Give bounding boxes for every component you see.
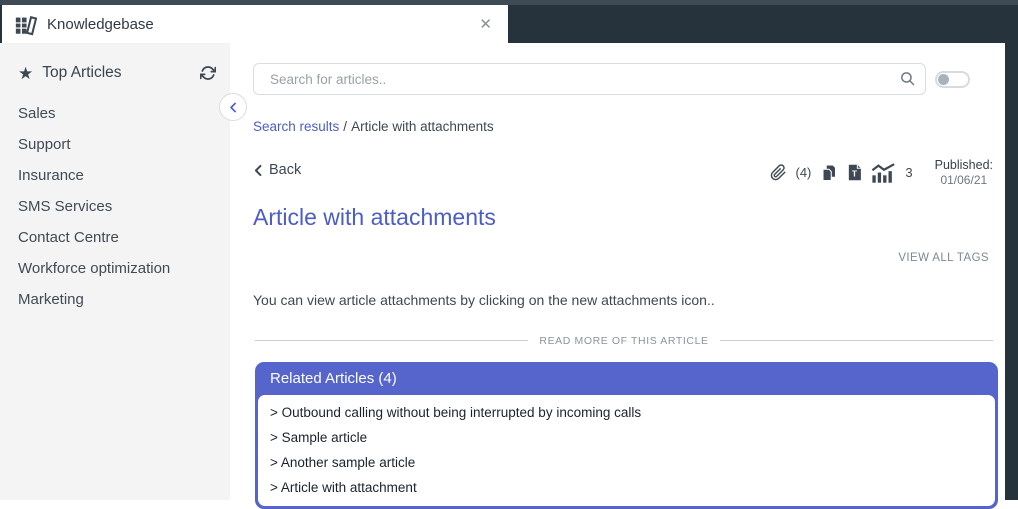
toggle-switch[interactable]: [935, 71, 970, 88]
related-articles-header: Related Articles (4): [258, 362, 995, 395]
related-article-link[interactable]: > Outbound calling without being interru…: [258, 400, 995, 425]
chevron-left-icon: [227, 101, 240, 114]
read-more-divider[interactable]: READ MORE OF THIS ARTICLE: [255, 335, 993, 347]
close-icon[interactable]: ✕: [479, 17, 492, 32]
article-body: You can view article attachments by clic…: [253, 292, 1005, 308]
tab-bar-background: [508, 0, 1018, 43]
published-date: 01/06/21: [935, 173, 993, 189]
sidebar-item-sales[interactable]: Sales: [18, 106, 216, 122]
sidebar-item-insurance[interactable]: Insurance: [18, 168, 216, 184]
breadcrumb-current: Article with attachments: [351, 119, 494, 134]
search-icon[interactable]: [899, 70, 916, 92]
refresh-icon[interactable]: [200, 65, 216, 81]
view-all-tags-link[interactable]: VIEW ALL TAGS: [898, 252, 989, 264]
knowledgebase-tab[interactable]: Knowledgebase ✕: [2, 5, 508, 43]
main-content: Search results/Article with attachments …: [230, 43, 1005, 500]
read-more-label: READ MORE OF THIS ARTICLE: [539, 335, 708, 347]
chevron-left-icon: [253, 164, 264, 177]
related-article-link[interactable]: > Article with attachment: [258, 475, 995, 500]
sidebar-item-marketing[interactable]: Marketing: [18, 292, 216, 308]
sidebar-item-support[interactable]: Support: [18, 137, 216, 153]
back-label: Back: [269, 162, 301, 178]
sidebar: ★ Top Articles Sales Support Insurance S…: [0, 43, 230, 500]
stats-count: 3: [905, 165, 912, 180]
svg-text:T: T: [852, 169, 858, 179]
toggle-knob: [938, 74, 949, 85]
tags-row: VIEW ALL TAGS: [230, 248, 989, 266]
related-article-link[interactable]: > Sample article: [258, 425, 995, 450]
published-block: Published: 01/06/21: [935, 157, 993, 189]
sidebar-item-sms-services[interactable]: SMS Services: [18, 199, 216, 215]
sidebar-category-list: Sales Support Insurance SMS Services Con…: [18, 106, 216, 308]
article-title: Article with attachments: [253, 204, 1005, 231]
paperclip-icon[interactable]: [770, 164, 787, 181]
breadcrumb: Search results / Article with attachments: [253, 119, 1005, 134]
sidebar-item-workforce-optimization[interactable]: Workforce optimization: [18, 261, 216, 277]
search-box: [253, 63, 926, 95]
sidebar-collapse-button[interactable]: [219, 93, 247, 121]
text-file-icon[interactable]: T: [847, 164, 862, 181]
related-articles-panel: Related Articles (4) > Outbound calling …: [255, 362, 998, 509]
right-dark-band: [1005, 43, 1018, 500]
attachments-count: (4): [796, 165, 812, 180]
stats-chart-icon[interactable]: [871, 163, 896, 183]
back-button[interactable]: Back: [253, 162, 301, 178]
star-icon: ★: [18, 65, 33, 82]
breadcrumb-separator: /: [343, 119, 347, 134]
sidebar-header: ★ Top Articles: [18, 64, 216, 82]
sidebar-item-contact-centre[interactable]: Contact Centre: [18, 230, 216, 246]
article-meta-row: Back (4) T: [253, 157, 993, 189]
published-label: Published:: [935, 157, 993, 173]
sidebar-heading: Top Articles: [42, 64, 121, 82]
window-top-strip: [0, 0, 1018, 5]
search-input[interactable]: [253, 63, 926, 95]
search-row: [253, 63, 1005, 95]
copy-pages-icon[interactable]: [820, 164, 838, 182]
related-articles-list: > Outbound calling without being interru…: [258, 395, 995, 506]
books-icon: [14, 13, 38, 36]
related-article-link[interactable]: > Another sample article: [258, 450, 995, 475]
tab-title: Knowledgebase: [47, 16, 154, 33]
article-meta-icons: (4) T: [770, 157, 994, 189]
breadcrumb-link-search-results[interactable]: Search results: [253, 119, 339, 134]
